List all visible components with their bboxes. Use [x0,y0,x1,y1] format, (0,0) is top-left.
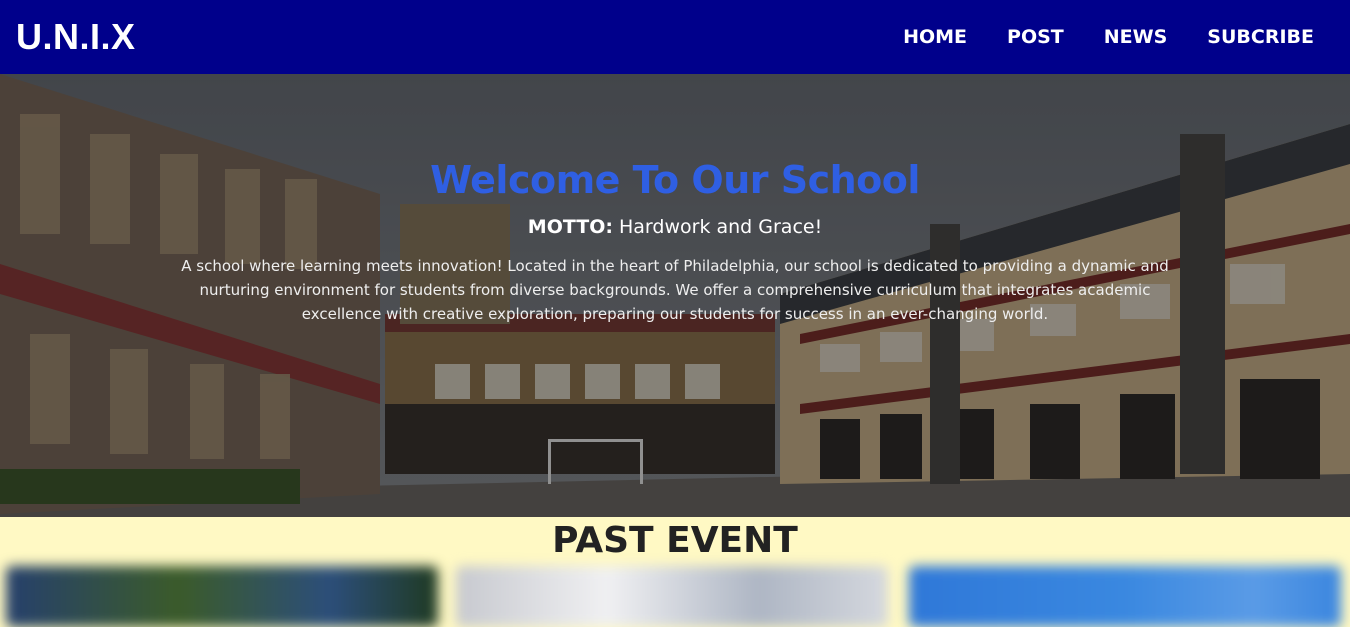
event-card-image-2[interactable] [456,566,888,627]
nav-link-home[interactable]: HOME [903,26,967,48]
nav-link-news[interactable]: NEWS [1104,26,1168,48]
motto-line: MOTTO: Hardwork and Grace! [0,216,1350,238]
nav-link-post[interactable]: POST [1007,26,1064,48]
nav-link-subscribe[interactable]: SUBCRIBE [1207,26,1314,48]
hero-title: Welcome To Our School [430,158,920,202]
brand-logo[interactable]: U.N.I.X [16,16,136,58]
hero-description: A school where learning meets innovation… [181,257,1169,323]
event-card-image-3[interactable] [909,566,1341,627]
motto-text: Hardwork and Grace! [619,216,823,238]
nav-links: HOME POST NEWS SUBCRIBE [903,26,1334,48]
hero-content: Welcome To Our School MOTTO: Hardwork an… [0,74,1350,326]
past-event-heading: PAST EVENT [552,520,798,561]
top-navbar: U.N.I.X HOME POST NEWS SUBCRIBE [0,0,1350,74]
event-card-image-1[interactable] [6,566,438,627]
motto-label: MOTTO: [527,216,613,238]
hero-section: Welcome To Our School MOTTO: Hardwork an… [0,74,1350,517]
